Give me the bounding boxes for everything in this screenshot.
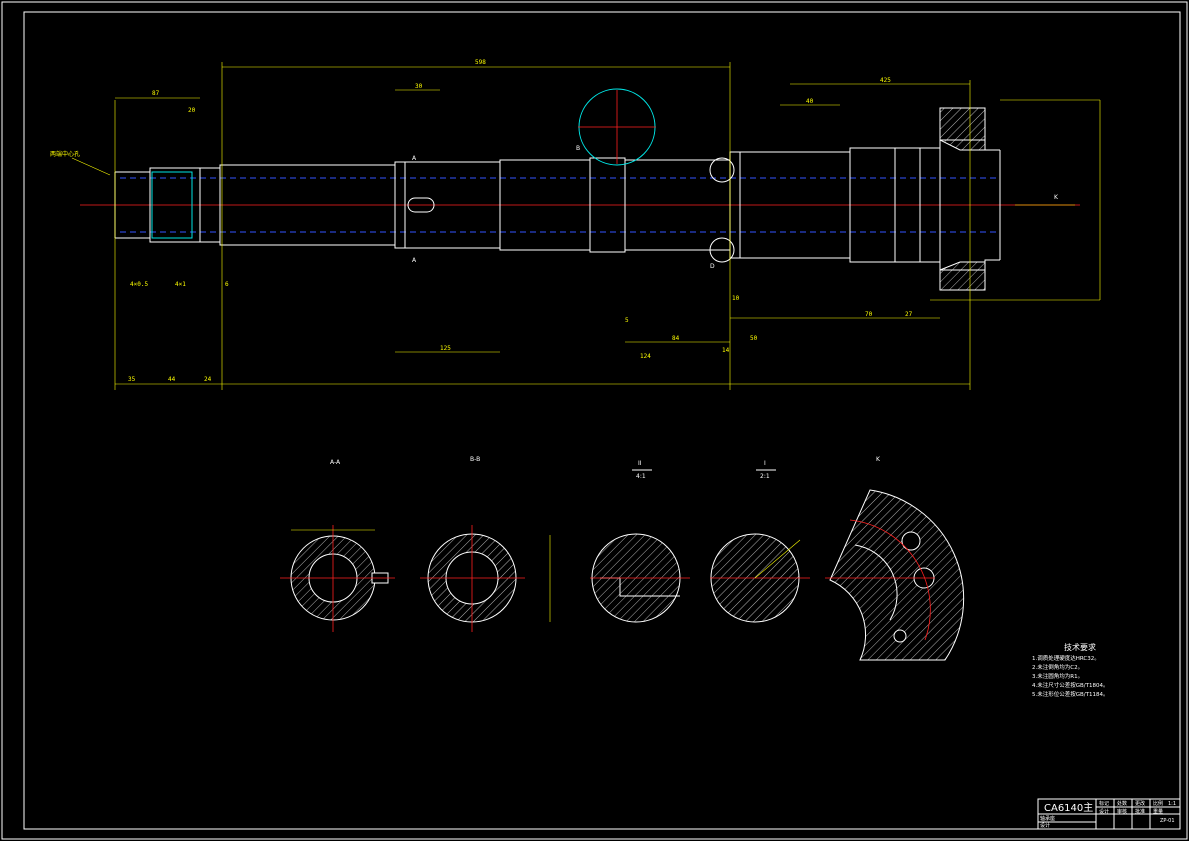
dim-598: 598 [475,59,486,66]
tb-code: ZP-01 [1160,818,1175,824]
view-k: K [825,456,965,661]
dim-30: 30 [415,83,423,90]
detail-ii-scale: 4:1 [636,473,646,480]
outer-frame [1,1,1188,840]
requirement-3: 3.未注圆角均为R1。 [1032,672,1083,680]
label-view-d: D [710,263,715,270]
dim-44: 44 [168,376,176,383]
section-aa-view: A-A [280,459,395,632]
dim-4x1: 4×1 [175,281,186,288]
tb-scale: 1:1 [1168,801,1176,807]
dim-35: 35 [128,376,136,383]
dim-24: 24 [204,376,212,383]
view-k-hole-1 [901,531,921,551]
dim-87: 87 [152,90,160,97]
label-center-hole: 两端中心孔 [50,150,80,158]
tb-r2-c3: 批准 [1135,808,1145,815]
section-aa-title: A-A [330,459,341,466]
dim-125: 125 [440,345,451,352]
title-block-name: CA6140主 [1044,802,1093,814]
tb-r1-c4: 比例 [1153,800,1163,807]
dim-84: 84 [672,335,680,342]
label-view-k: K [1054,194,1059,201]
tb-side-2: 设计 [1040,822,1050,829]
label-section-a-bottom: A [412,257,417,264]
dim-70: 70 [865,311,873,318]
dim-5: 5 [625,317,629,324]
detail-i-title: I [764,460,766,467]
inner-frame [23,11,1181,830]
dim-40: 40 [806,98,814,105]
tb-side-1: 轴承座 [1040,815,1055,822]
section-bb-title: B-B [470,456,480,463]
shaft-outline-top [115,139,1000,173]
detail-i-scale: 2:1 [760,473,770,480]
dim-14: 14 [722,347,730,354]
flange-bottom [939,261,986,291]
detail-ii-title: II [638,460,642,467]
tb-r1-c2: 处数 [1117,800,1127,807]
flange-top [939,107,986,151]
section-bb-view: B-B [420,456,551,632]
shaft-outline-bottom [115,237,1000,271]
requirement-4: 4.未注尺寸公差按GB/T1804。 [1032,681,1109,689]
tb-r1-c1: 标记 [1099,800,1109,807]
view-k-title: K [876,456,881,463]
requirement-5: 5.未注形位公差按GB/T1184。 [1032,690,1109,698]
dim-50: 50 [750,335,758,342]
detail-i-view: I 2:1 [710,460,810,623]
view-k-hole-3 [893,629,907,643]
requirement-1: 1.调质处理硬度达HRC32。 [1032,654,1100,662]
dim-124: 124 [640,353,651,360]
tb-r2-c2: 审核 [1117,808,1127,815]
detail-ii-view: II 4:1 [590,460,690,623]
dim-20: 20 [188,107,196,114]
tb-r2-c1: 设计 [1099,808,1109,815]
dim-10: 10 [732,295,740,302]
dim-425: 425 [880,77,891,84]
dim-27: 27 [905,311,913,318]
dim-4x05: 4×0.5 [130,281,148,288]
tb-r2-c4: 重量 [1153,808,1163,815]
title-block: CA6140主 标记 处数 更改 比例 设计 审核 批准 重量 1:1 ZP-0… [1037,798,1181,830]
dim-6: 6 [225,281,229,288]
requirements-title: 技术要求 [1064,642,1096,652]
leader-center-hole [71,157,111,176]
requirement-2: 2.未注倒角均为C2。 [1032,663,1083,671]
main-shaft-view: 598 87 30 20 40 425 35 44 24 125 84 124 … [50,59,1101,390]
tb-r1-c3: 更改 [1135,800,1145,807]
label-section-a-top: A [412,155,417,162]
label-section-b: B [576,145,580,152]
drawing-sheet: 598 87 30 20 40 425 35 44 24 125 84 124 … [1,1,1188,840]
technical-requirements: 技术要求 1.调质处理硬度达HRC32。 2.未注倒角均为C2。 3.未注圆角均… [1032,642,1109,698]
